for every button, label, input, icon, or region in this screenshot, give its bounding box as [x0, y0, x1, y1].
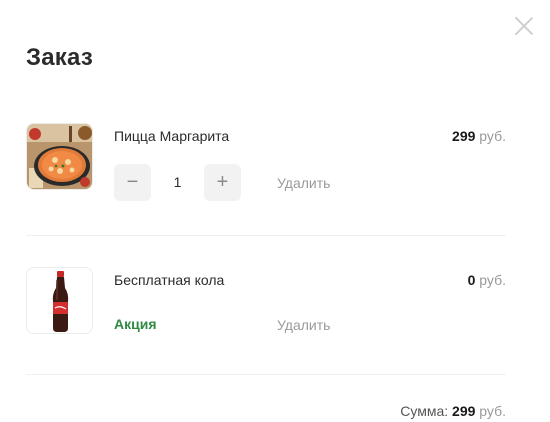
decrease-quantity-button[interactable]: − [114, 163, 151, 201]
close-icon[interactable] [514, 16, 534, 36]
total-unit: руб. [479, 403, 506, 419]
increase-quantity-button[interactable]: + [204, 163, 241, 201]
item-price: 0 руб. [468, 272, 506, 288]
quantity-value: 1 [173, 174, 182, 190]
item-price: 299 руб. [452, 128, 506, 144]
item-name: Бесплатная кола [114, 272, 225, 288]
quantity-stepper: − 1 + [114, 163, 241, 201]
item-name: Пицца Маргарита [114, 128, 230, 144]
item-price-unit: руб. [479, 128, 506, 144]
divider [26, 235, 506, 236]
order-modal: Заказ Пицца Маргарита 299 руб. − 1 + Уда… [0, 0, 550, 422]
item-price-value: 0 [467, 272, 476, 288]
cola-bottle-image [26, 267, 93, 334]
item-price-unit: руб. [479, 272, 506, 288]
delete-item-button[interactable]: Удалить [277, 175, 330, 191]
order-total: Сумма: 299 руб. [400, 403, 506, 419]
pizza-image [26, 123, 93, 190]
total-value: 299 [452, 403, 476, 419]
delete-item-button[interactable]: Удалить [277, 317, 330, 333]
divider [26, 374, 506, 375]
item-price-value: 299 [452, 128, 476, 144]
total-label: Сумма: [400, 403, 449, 419]
promo-badge: Акция [114, 316, 157, 332]
modal-title: Заказ [26, 44, 93, 71]
